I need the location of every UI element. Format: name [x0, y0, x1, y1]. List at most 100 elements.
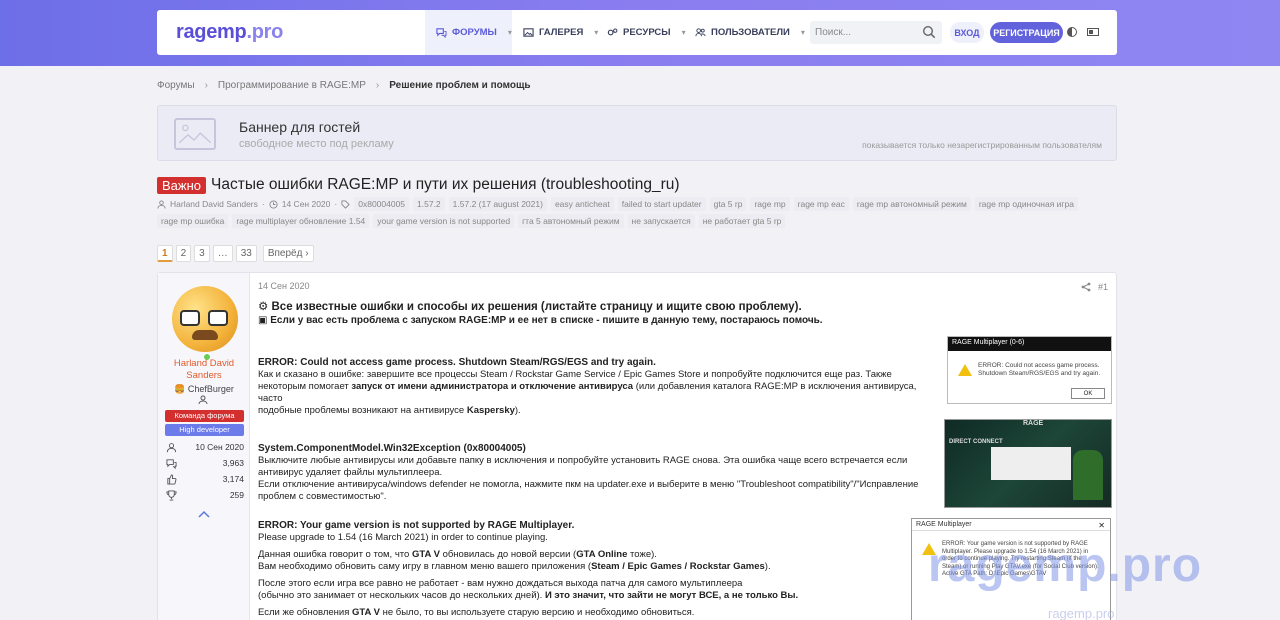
pagination: 1 2 3 … 33 Вперёд ›	[157, 245, 314, 262]
nav-tab-users[interactable]: Пользователи ▾	[695, 10, 805, 55]
nav-tab-resources[interactable]: Ресурсы ▾	[607, 10, 686, 55]
chevron-down-icon: ▾	[507, 28, 512, 37]
dialog-title: RAGE Multiplayer (0-6)	[948, 337, 1111, 351]
error-block-3: ERROR: Your game version is not supporte…	[258, 520, 938, 619]
top-navbar: ragemp.pro Форумы ▾ Галерея ▾ Ресурсы ▾ …	[157, 10, 1117, 55]
page-ellipsis[interactable]: …	[212, 245, 233, 262]
login-button[interactable]: Вход	[950, 22, 984, 43]
close-icon: ✕	[1098, 521, 1105, 530]
thread-date[interactable]: 14 Сен 2020	[282, 199, 331, 209]
error-3-title: ERROR: Your game version is not supporte…	[258, 520, 575, 531]
user-title: 🍔 ChefBurger	[158, 384, 250, 395]
error-3-line-4: После этого если игра все равно не работ…	[258, 578, 743, 589]
messages-icon	[166, 458, 177, 469]
post-date[interactable]: 14 Сен 2020	[258, 281, 310, 291]
stat-points-value: 259	[229, 490, 244, 500]
launcher-dialog	[991, 447, 1071, 480]
post-heading: ⚙ Все известные ошибки и способы их реше…	[258, 301, 802, 313]
dialog-message: ERROR: Could not access game process. Sh…	[978, 362, 1101, 377]
warning-icon	[958, 364, 972, 376]
nav-tab-label: Галерея	[539, 27, 584, 38]
thread-tag[interactable]: 0x80004005	[354, 197, 410, 211]
thread-tag[interactable]: failed to start updater	[617, 197, 706, 211]
user-icon	[157, 199, 166, 209]
image-icon	[523, 28, 534, 37]
chevron-right-icon: ›	[204, 80, 208, 91]
chevron-down-icon: ▾	[800, 28, 805, 37]
nav-tab-forums[interactable]: Форумы ▾	[425, 10, 512, 55]
search-input[interactable]: Поиск...	[810, 21, 942, 44]
thread-tag[interactable]: rage mp ошибка	[157, 214, 229, 228]
stat-messages-value: 3,963	[222, 458, 244, 468]
site-logo[interactable]: ragemp.pro	[176, 21, 283, 44]
nav-tab-label: Форумы	[452, 27, 497, 38]
thread-tag[interactable]: rage mp автономный режим	[852, 197, 971, 211]
important-badge: Важно	[157, 176, 207, 194]
banner-note: показывается только незарегистрированным…	[862, 140, 1102, 150]
user-title-text: ChefBurger	[187, 384, 234, 394]
thread-tag[interactable]: rage mp	[750, 197, 790, 211]
error-block-1: ERROR: Could not access game process. Sh…	[258, 357, 938, 417]
error-3-line-1: Please upgrade to 1.54 (16 March 2021) i…	[258, 532, 548, 543]
next-page-button[interactable]: Вперёд ›	[262, 245, 314, 262]
post-number[interactable]: #1	[1098, 282, 1108, 292]
dialog-title: RAGE Multiplayer	[912, 519, 1110, 531]
error-1-line-3: подобные проблемы возникают на антивирус…	[258, 405, 521, 416]
page-link[interactable]: 3	[194, 245, 210, 262]
stat-reactions-value: 3,174	[222, 474, 244, 484]
thread-tag[interactable]: гта 5 автономный режим	[518, 214, 624, 228]
thread-tag[interactable]: rage mp одиночная игра	[974, 197, 1078, 211]
error-2-line-2: антивирус удаляет файлы мультиплеера.	[258, 467, 443, 478]
theme-toggle-icon[interactable]	[1067, 27, 1077, 37]
error-2-line-3: Если отключение антивируса/windows defen…	[258, 479, 919, 490]
chevron-up-icon[interactable]	[198, 510, 210, 518]
avatar[interactable]	[172, 286, 238, 352]
thread-tag[interactable]: gta 5 rp	[709, 197, 747, 211]
chevron-down-icon: ▾	[594, 28, 599, 37]
thread-tag[interactable]: rage mp eac	[793, 197, 849, 211]
thread-author[interactable]: Harland David Sanders	[170, 199, 258, 209]
post-user-panel: Harland David Sanders 🍔 ChefBurger Коман…	[158, 273, 250, 620]
post-subheading: ▣ Если у вас есть проблема с запуском RA…	[258, 315, 938, 327]
thread-tag[interactable]: your game version is not supported	[373, 214, 515, 228]
user-badge-developer: High developer	[165, 424, 244, 436]
error-block-2: System.ComponentModel.Win32Exception (0x…	[258, 443, 938, 503]
error-1-line-2: некоторым помогает запуск от имени админ…	[258, 381, 917, 404]
error-3-line-6: Если же обновления GTA V не было, то вы …	[258, 607, 695, 618]
language-flag-icon[interactable]	[1087, 28, 1099, 36]
error-1-line-1: Как и сказано в ошибке: завершите все пр…	[258, 369, 892, 380]
thread-tag[interactable]: 1.57.2 (17 august 2021)	[448, 197, 547, 211]
banner-title: Баннер для гостей	[239, 119, 361, 135]
thread-tag[interactable]: не работает gta 5 rp	[698, 214, 786, 228]
breadcrumb-forums[interactable]: Форумы	[157, 80, 195, 91]
screenshot-error-dialog-1[interactable]: RAGE Multiplayer (0-6) ERROR: Could not …	[947, 336, 1112, 404]
thumbs-up-icon	[167, 473, 177, 485]
screenshot-game-launcher[interactable]: RAGE DIRECT CONNECT	[944, 419, 1112, 508]
users-icon	[695, 28, 706, 37]
nav-tab-gallery[interactable]: Галерея ▾	[523, 10, 598, 55]
register-button[interactable]: Регистрация	[990, 22, 1063, 43]
post-username[interactable]: Harland David Sanders	[158, 358, 250, 382]
separator: ·	[261, 199, 265, 209]
error-3-line-5: (обычно это занимает от нескольких часов…	[258, 590, 799, 601]
chevron-down-icon: ▾	[681, 28, 686, 37]
breadcrumb-programming[interactable]: Программирование в RAGE:MP	[218, 80, 366, 91]
character-figure	[1073, 450, 1103, 500]
page-link[interactable]: 33	[235, 245, 257, 262]
search-icon[interactable]	[922, 25, 936, 39]
thread-tag[interactable]: easy anticheat	[550, 197, 614, 211]
user-link-icon	[198, 395, 208, 405]
breadcrumb-current[interactable]: Решение проблем и помощь	[389, 80, 530, 91]
share-icon[interactable]	[1081, 282, 1091, 292]
thread-tag[interactable]: не запускается	[627, 214, 695, 228]
thread-tag[interactable]: rage multiplayer обновление 1.54	[232, 214, 370, 228]
thread-meta: Harland David Sanders · 14 Сен 2020 · 0x…	[157, 197, 1117, 228]
nav-tab-label: Пользователи	[711, 27, 790, 38]
stat-messages: 3,963	[166, 457, 244, 469]
page-link[interactable]: 1	[157, 245, 173, 262]
thread-title: Частые ошибки RAGE:MP и пути их решения …	[211, 176, 680, 193]
page-link[interactable]: 2	[175, 245, 192, 262]
burger-icon: 🍔	[174, 384, 186, 394]
banner-subtitle: свободное место под рекламу	[239, 138, 394, 150]
thread-tag[interactable]: 1.57.2	[413, 197, 445, 211]
